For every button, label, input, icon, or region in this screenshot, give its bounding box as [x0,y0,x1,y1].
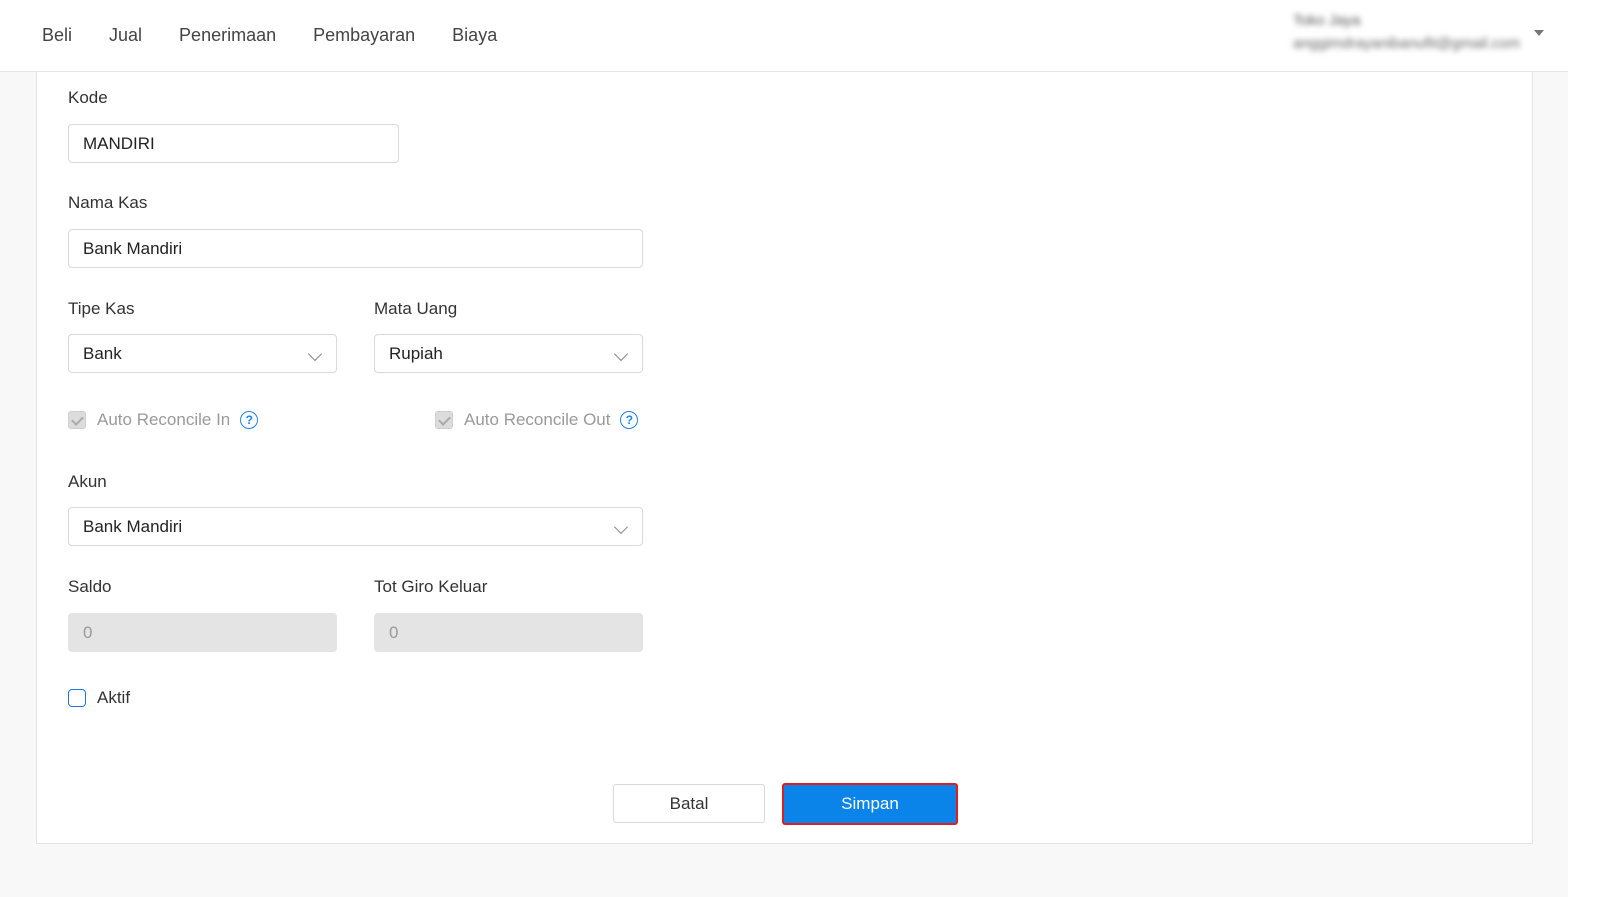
save-button[interactable]: Simpan [782,783,958,825]
nav-item-jual[interactable]: Jual [109,24,142,46]
akun-select[interactable]: Bank Mandiri [68,507,643,546]
chevron-down-icon [307,346,323,362]
saldo-value: 0 [83,622,93,642]
help-icon[interactable]: ? [240,411,259,429]
auto-reconcile-in-label: Auto Reconcile In [97,410,231,429]
tipe-kas-select[interactable]: Bank [68,334,337,373]
tot-giro-keluar-label: Tot Giro Keluar [374,577,488,596]
tipe-kas-value: Bank [83,343,122,363]
mata-uang-label: Mata Uang [374,299,458,318]
tot-giro-keluar-input: 0 [374,613,643,652]
user-email: anggimdrayanibanufit@gmail.com [1292,35,1520,52]
nav-item-beli[interactable]: Beli [42,24,72,46]
saldo-label: Saldo [68,577,112,596]
chevron-down-icon [613,519,629,535]
help-icon[interactable]: ? [620,411,639,429]
aktif-row: Aktif [68,688,130,708]
kode-value: MANDIRI [83,133,155,153]
user-name: Toko Jaya [1292,12,1361,29]
main-nav: Beli Jual Penerimaan Pembayaran Biaya [42,24,534,46]
caret-down-icon[interactable] [1534,30,1544,36]
nav-item-penerimaan[interactable]: Penerimaan [179,24,276,46]
user-menu[interactable]: Toko Jaya anggimdrayanibanufit@gmail.com [1293,12,1520,52]
auto-reconcile-out-checkbox[interactable] [435,411,453,429]
chevron-down-icon [613,346,629,362]
saldo-input: 0 [68,613,337,652]
aktif-label: Aktif [97,688,131,707]
nav-item-pembayaran[interactable]: Pembayaran [313,24,415,46]
nav-item-biaya[interactable]: Biaya [452,24,497,46]
akun-label: Akun [68,472,107,491]
tipe-kas-label: Tipe Kas [68,299,135,318]
kode-input[interactable]: MANDIRI [68,124,399,163]
tot-giro-keluar-value: 0 [389,622,399,642]
auto-reconcile-in-checkbox[interactable] [68,411,86,429]
aktif-checkbox[interactable] [68,689,86,707]
mata-uang-select[interactable]: Rupiah [374,334,643,373]
auto-reconcile-in-row: Auto Reconcile In ? [68,410,259,430]
nama-kas-input[interactable]: Bank Mandiri [68,229,643,268]
nama-kas-value: Bank Mandiri [83,238,183,258]
top-navbar: Beli Jual Penerimaan Pembayaran Biaya To… [0,0,1568,72]
nama-kas-label: Nama Kas [68,193,148,212]
mata-uang-value: Rupiah [389,343,443,363]
form-card: Kode MANDIRI Nama Kas Bank Mandiri Tipe … [36,72,1533,844]
auto-reconcile-out-label: Auto Reconcile Out [464,410,611,429]
cancel-button[interactable]: Batal [613,784,765,823]
akun-value: Bank Mandiri [83,516,183,536]
auto-reconcile-out-row: Auto Reconcile Out ? [435,410,639,430]
kode-label: Kode [68,88,108,107]
scrollbar-gutter [1568,0,1597,897]
